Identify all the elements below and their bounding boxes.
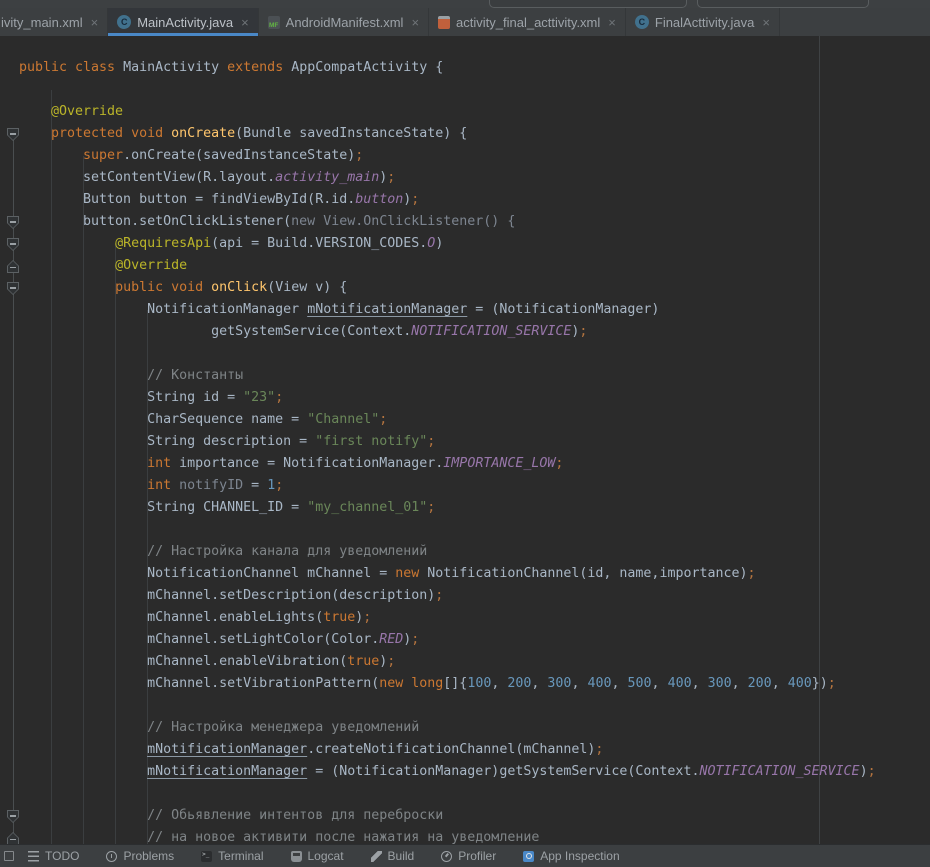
code-line	[0, 343, 930, 365]
code-line: getSystemService(Context.NOTIFICATION_SE…	[0, 321, 930, 343]
code-line: // Константы	[0, 365, 930, 387]
fold-end-icon[interactable]	[7, 260, 19, 273]
close-tab-icon[interactable]: ×	[608, 16, 616, 29]
code-line: mNotificationManager.createNotificationC…	[0, 739, 930, 761]
toolwindow-button-label: TODO	[45, 849, 79, 863]
close-tab-icon[interactable]: ×	[411, 16, 419, 29]
code-line: // Настройка канала для уведомлений	[0, 541, 930, 563]
tab-label: FinalActtivity.java	[655, 15, 754, 30]
android-studio-window: { "colors":{ "editor_bg":"#2b2b2b","tab_…	[0, 0, 930, 855]
tool-window-bar: TODO Problems Terminal Logcat Build Profiler A…	[0, 844, 930, 867]
code-editor[interactable]: public class MainActivity extends AppCom…	[0, 36, 930, 844]
code-line	[0, 79, 930, 101]
manifest-file-icon: MF	[268, 16, 280, 29]
tab-label: activity_final_acttivity.xml	[456, 15, 600, 30]
code-line: NotificationManager mNotificationManager…	[0, 299, 930, 321]
code-line: mNotificationManager = (NotificationMana…	[0, 761, 930, 783]
logcat-icon	[291, 851, 302, 862]
code-line: CharSequence name = "Channel";	[0, 409, 930, 431]
class-file-icon: C	[635, 15, 649, 29]
window-layout-icon[interactable]	[4, 851, 14, 861]
run-configuration-group[interactable]	[489, 0, 687, 8]
code-line: mChannel.setVibrationPattern(new long[]{…	[0, 673, 930, 695]
toolwindow-button-profiler[interactable]: Profiler	[441, 849, 496, 863]
toolwindow-button-app-inspection[interactable]: App Inspection	[523, 849, 619, 863]
tab-ivity_main.xml[interactable]: ivity_main.xml ×	[0, 8, 108, 36]
editor-tabs: ivity_main.xml × C MainActivity.java × MF Andr…	[0, 8, 930, 36]
main-toolbar-strip	[0, 0, 930, 8]
toolwindow-button-label: Build	[388, 849, 415, 863]
code-line: setContentView(R.layout.activity_main);	[0, 167, 930, 189]
toolwindow-button-terminal[interactable]: Terminal	[201, 849, 263, 863]
toolwindow-button-label: App Inspection	[540, 849, 619, 863]
code-line: protected void onCreate(Bundle savedInst…	[0, 123, 930, 145]
toolwindow-button-label: Profiler	[458, 849, 496, 863]
code-line	[0, 695, 930, 717]
tab-AndroidManifest.xml[interactable]: MF AndroidManifest.xml ×	[259, 8, 429, 36]
code-line: // Обьявление интентов для переброски	[0, 805, 930, 827]
problems-icon	[106, 851, 117, 862]
code-line: // Настройка менеджера уведомлений	[0, 717, 930, 739]
fold-collapse-icon[interactable]	[7, 216, 19, 229]
fold-end-icon[interactable]	[7, 832, 19, 844]
layout-xml-file-icon	[438, 16, 450, 29]
toolwindow-button-label: Terminal	[218, 849, 263, 863]
code-line: String CHANNEL_ID = "my_channel_01";	[0, 497, 930, 519]
todo-icon	[28, 851, 39, 862]
toolwindow-button-problems[interactable]: Problems	[106, 849, 174, 863]
code-line: Button button = findViewById(R.id.button…	[0, 189, 930, 211]
fold-collapse-icon[interactable]	[7, 810, 19, 823]
close-tab-icon[interactable]: ×	[241, 16, 249, 29]
fold-collapse-icon[interactable]	[7, 128, 19, 141]
tab-label: MainActivity.java	[137, 15, 233, 30]
code-line: mChannel.setDescription(description);	[0, 585, 930, 607]
code-line: NotificationChannel mChannel = new Notif…	[0, 563, 930, 585]
tab-MainActivity.java[interactable]: C MainActivity.java ×	[108, 8, 258, 36]
code-line	[0, 783, 930, 805]
close-tab-icon[interactable]: ×	[762, 16, 770, 29]
code-line: mChannel.setLightColor(Color.RED);	[0, 629, 930, 651]
build-icon	[371, 851, 382, 862]
code-line: @Override	[0, 101, 930, 123]
code-line: button.setOnClickListener(new View.OnCli…	[0, 211, 930, 233]
code-line: String id = "23";	[0, 387, 930, 409]
fold-collapse-icon[interactable]	[7, 238, 19, 251]
close-tab-icon[interactable]: ×	[91, 16, 99, 29]
code-line: public void onClick(View v) {	[0, 277, 930, 299]
tab-label: ivity_main.xml	[1, 15, 83, 30]
code-line: int importance = NotificationManager.IMP…	[0, 453, 930, 475]
code-line: super.onCreate(savedInstanceState);	[0, 145, 930, 167]
code-line: String description = "first notify";	[0, 431, 930, 453]
app-inspection-icon	[523, 851, 534, 862]
code-line: public class MainActivity extends AppCom…	[0, 57, 930, 79]
code-line: @Override	[0, 255, 930, 277]
code-line: mChannel.enableVibration(true);	[0, 651, 930, 673]
tab-FinalActtivity.java[interactable]: C FinalActtivity.java ×	[626, 8, 780, 36]
code-line: // на новое активити после нажатия на ув…	[0, 827, 930, 844]
toolwindow-button-label: Logcat	[308, 849, 344, 863]
run-controls-group[interactable]	[697, 0, 869, 8]
terminal-icon	[201, 851, 212, 862]
toolwindow-button-todo[interactable]: TODO	[28, 849, 79, 863]
code-line: int notifyID = 1;	[0, 475, 930, 497]
code-line: mChannel.enableLights(true);	[0, 607, 930, 629]
toolwindow-button-build[interactable]: Build	[371, 849, 415, 863]
fold-collapse-icon[interactable]	[7, 282, 19, 295]
class-file-icon: C	[117, 15, 131, 29]
code-line: @RequiresApi(api = Build.VERSION_CODES.O…	[0, 233, 930, 255]
code-lines[interactable]: public class MainActivity extends AppCom…	[0, 57, 930, 844]
tab-label: AndroidManifest.xml	[286, 15, 404, 30]
toolwindow-button-label: Problems	[123, 849, 174, 863]
profiler-icon	[441, 851, 452, 862]
tab-activity_final_acttivity.xml[interactable]: activity_final_acttivity.xml ×	[429, 8, 626, 36]
code-line	[0, 519, 930, 541]
toolwindow-button-logcat[interactable]: Logcat	[291, 849, 344, 863]
